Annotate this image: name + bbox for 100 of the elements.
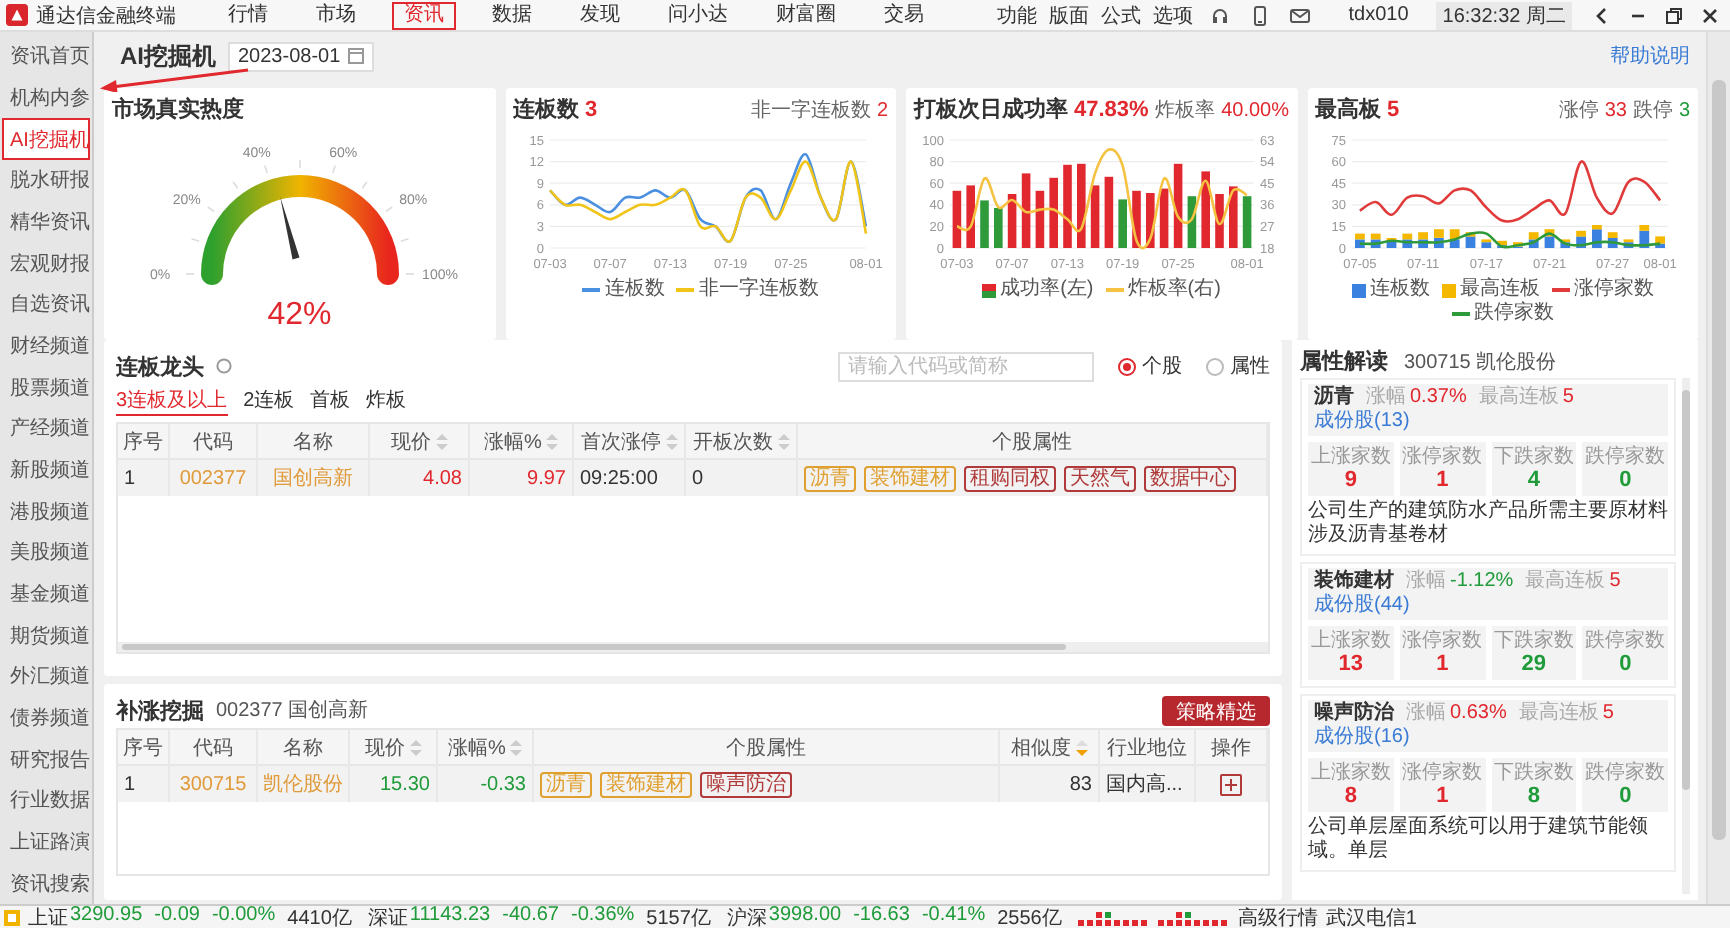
stat-label: 下跌家数 [1493,446,1574,468]
stock-label: 300715 凯伦股份 [1404,349,1557,376]
legend-label: 非一字连板数 [698,278,819,302]
chart-value: 47.83% [1074,98,1149,122]
stat-label: 下跌家数 [1493,762,1574,784]
index-volume: 4410亿 [287,905,352,928]
stat-value: 13 [1338,652,1363,676]
change-value: 0.63% [1450,702,1507,726]
stat-value: 8 [1344,784,1357,808]
stat-label: 涨停家数 [1402,762,1483,784]
index-change: -40.67 [502,903,559,928]
chart-title: 连板数 [513,95,579,124]
index-percent: -0.41% [921,903,986,928]
stat-label: 上涨家数 [1310,762,1391,784]
stat-label: 跌停家数 [1585,446,1666,468]
index-name: 深证 [367,905,408,928]
legend-label: 炸板率(右) [1127,278,1221,302]
chart-stat-label: 非一字连板数 [750,97,871,124]
stat-label: 涨停家数 [1402,630,1483,652]
page-title: AI挖掘机 [120,39,216,73]
stat-value: 9 [1344,468,1357,492]
sector-description: 公司生产的建筑防水产品所需主要原材料涉及沥青基卷材 [1308,500,1668,548]
chart-title: 最高板 [1315,95,1381,124]
stat-label: 上涨家数 [1310,446,1391,468]
streak-value: 5 [1609,570,1621,594]
index-value: 11143.23 [409,903,491,928]
index-percent: -0.36% [570,903,635,928]
table-cell: 83 [1000,766,1100,802]
index-percent: -0.00% [211,903,276,928]
sector-description: 公司单层屋面系统可以用于建筑节能领域。单层 [1308,816,1650,864]
gauge-reading: 42% [265,298,334,334]
section-title: 补涨挖掘 [116,697,204,725]
chart-title: 打板次日成功率 [914,95,1068,124]
table-cell: 国创高新 [258,460,370,496]
stat-value: 0 [1619,652,1632,676]
table-cell: -0.33 [438,766,534,802]
chart-stat-label: 涨停 [1558,97,1599,124]
table-cell: 1 [118,766,170,802]
legend-label: 最高连板 [1459,278,1540,301]
index-name: 沪深 [726,905,767,928]
index-value: 3290.95 [70,903,143,928]
stat-value: 29 [1521,652,1546,676]
change-value: 0.37% [1410,386,1467,410]
stat-value: 1 [1436,468,1449,492]
table-cell: 300715 [170,766,258,802]
table-cell: 002377 [170,460,258,496]
stat-label: 跌停家数 [1585,762,1666,784]
stat-label: 上涨家数 [1310,630,1391,652]
chart-stat-label: 炸板率 [1155,97,1216,124]
streak-value: 5 [1562,386,1574,410]
table-cell: 国内高... [1100,766,1196,802]
streak-label: 最高连板 [1518,702,1599,726]
streak-label: 最高连板 [1478,386,1559,410]
legend-label: 连板数 [604,278,665,302]
sector-name: 沥青 [1314,386,1354,409]
app-name: 通达信金融终端 [36,3,176,29]
chart-value: 3 [585,98,598,122]
stat-label: 跌停家数 [1585,630,1666,652]
change-label: 涨幅 [1366,386,1406,410]
chart-stat-value: 3 [1678,100,1690,122]
stat-label: 涨停家数 [1402,446,1483,468]
chart-value: 5 [1387,98,1400,122]
table-cell: 09:25:00 [574,460,686,496]
table-cell: 0 [686,460,798,496]
section-title: 连板龙头 [116,353,204,381]
table-cell: 1 [118,460,170,496]
chart-title: 市场真实热度 [112,95,244,124]
stat-value: 1 [1436,784,1449,808]
stat-value: 4 [1527,468,1540,492]
stat-value: 0 [1619,784,1632,808]
clock: 16:32:32 周二 [1436,1,1572,29]
index-name: 上证 [28,905,68,928]
stat-value: 1 [1436,652,1449,676]
chart-stat-value: 40.00% [1221,100,1289,122]
index-change: -0.09 [154,903,200,928]
stock-label: 002377 国创高新 [216,697,369,724]
chart-stat-value: 33 [1604,100,1627,122]
stat-label: 下跌家数 [1493,630,1574,652]
index-change: -16.63 [853,903,910,928]
change-label: 涨幅 [1406,702,1446,726]
sector-name: 噪声防治 [1314,702,1394,725]
table-cell: 15.30 [350,766,438,802]
streak-value: 5 [1602,702,1614,726]
sector-name: 装饰建材 [1314,570,1394,593]
table-cell: 9.97 [470,460,574,496]
feed-label: 高级行情 [1237,905,1318,928]
legend-label: 跌停家数 [1473,302,1554,326]
change-label: 涨幅 [1406,570,1446,594]
table-cell: 凯伦股份 [258,766,350,802]
legend-label: 涨停家数 [1573,278,1654,302]
stat-value: 8 [1527,784,1540,808]
table-cell: 4.08 [370,460,470,496]
chart-stat-value: 2 [876,100,888,122]
legend-label: 成功率(左) [1000,278,1094,302]
chart-stat-label: 跌停 [1632,97,1673,124]
change-value: -1.12% [1450,570,1514,594]
index-volume: 5157亿 [646,905,711,928]
stat-value: 0 [1619,468,1632,492]
section-title: 属性解读 [1300,347,1388,376]
index-volume: 2556亿 [997,905,1062,928]
